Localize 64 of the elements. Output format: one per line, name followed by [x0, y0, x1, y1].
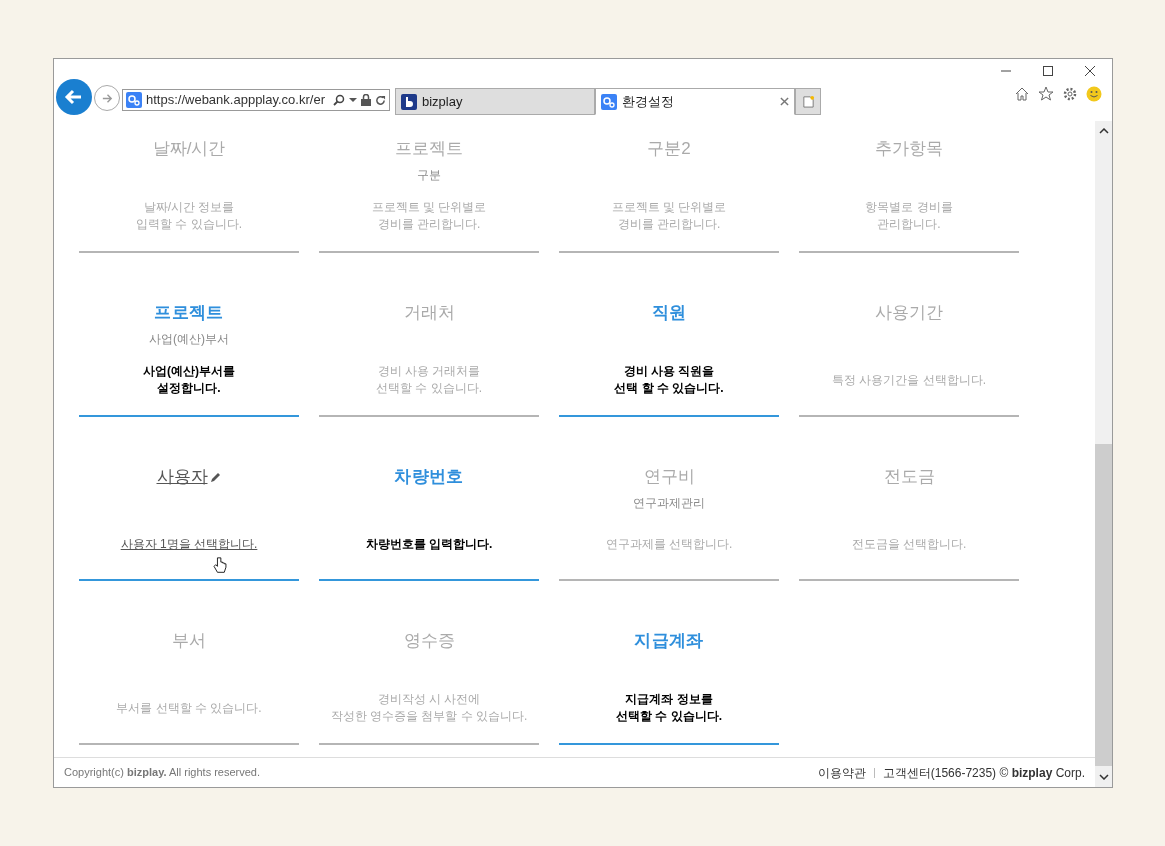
new-tab-icon	[801, 95, 815, 108]
scrollbar[interactable]	[1095, 121, 1112, 787]
star-icon[interactable]	[1038, 86, 1054, 102]
card-subtitle: 구분	[417, 167, 441, 184]
hand-cursor-icon	[212, 557, 227, 574]
search-icon[interactable]	[333, 94, 345, 106]
card-description: 연구과제를 선택합니다.	[605, 535, 733, 553]
card-description: 항목별로 경비를 관리합니다.	[865, 199, 953, 233]
footer-link[interactable]: 이용약관	[817, 763, 866, 782]
card-title[interactable]: 프로젝트	[154, 300, 224, 326]
address-bar[interactable]: https://webank.appplay.co.kr/er	[122, 89, 390, 111]
card-title[interactable]: 구분2	[647, 136, 691, 162]
card-description: 전도금을 선택합니다.	[851, 535, 967, 553]
copyright-text: Copyright(c) bizplay. All rights reserved.	[64, 765, 261, 781]
card-title[interactable]: 사용자	[156, 464, 208, 490]
lock-icon	[361, 94, 371, 106]
new-tab-button[interactable]	[795, 88, 821, 115]
card-description: 프로젝트 및 단위별로 경비를 관리합니다.	[611, 199, 727, 233]
footer-link[interactable]: 고객센터(1566-7235) © bizplay Corp.	[882, 763, 1085, 782]
card-description: 특정 사용기간을 선택합니다.	[832, 371, 986, 389]
card-subtitle: 연구과제관리	[633, 495, 705, 512]
home-icon[interactable]	[1014, 86, 1030, 102]
card-title[interactable]: 사용기간	[875, 300, 943, 326]
settings-page-icon	[126, 92, 142, 108]
card-description: 경비 사용 직원을 선택 할 수 있습니다.	[614, 363, 724, 397]
card-title[interactable]: 부서	[172, 628, 206, 654]
refresh-icon[interactable]	[375, 94, 386, 106]
card-description: 프로젝트 및 단위별로 경비를 관리합니다.	[371, 199, 487, 233]
card-description: 지급계좌 정보를 선택할 수 있습니다.	[616, 691, 722, 725]
card-title[interactable]: 전도금	[883, 464, 935, 490]
card-description: 차량번호를 입력합니다.	[365, 535, 493, 553]
card-description: 사업(예산)부서를 설정합니다.	[143, 363, 235, 397]
card-title[interactable]: 차량번호	[394, 464, 464, 490]
settings-icon[interactable]	[1062, 86, 1078, 102]
card-subtitle: 사업(예산)부서	[149, 331, 229, 348]
card-description: 부서를 선택할 수 있습니다.	[116, 699, 262, 717]
scroll-up-icon[interactable]	[1098, 128, 1109, 134]
smiley-icon[interactable]	[1086, 86, 1102, 102]
dropdown-caret-icon[interactable]	[349, 96, 357, 104]
card-title[interactable]: 연구비	[643, 464, 695, 490]
card-title[interactable]: 영수증	[403, 628, 455, 654]
close-tab-icon[interactable]	[780, 97, 789, 106]
scroll-thumb[interactable]	[1095, 444, 1112, 766]
back-arrow-icon	[64, 87, 84, 107]
browser-tab[interactable]: bizplay	[395, 88, 595, 115]
settings-page-icon	[601, 93, 617, 110]
pencil-icon	[209, 471, 222, 483]
maximize-icon[interactable]	[1042, 65, 1054, 77]
close-icon[interactable]	[1084, 65, 1096, 77]
browser-tab[interactable]: 환경설정	[595, 88, 795, 115]
card-title[interactable]: 프로젝트	[395, 136, 463, 162]
card-description: 사용자 1명을 선택합니다.	[120, 535, 258, 553]
url-text: https://webank.appplay.co.kr/er	[146, 91, 326, 110]
card-description: 날짜/시간 정보를 입력할 수 있습니다.	[136, 199, 242, 233]
card-title[interactable]: 추가항목	[875, 136, 943, 162]
card-title[interactable]: 날짜/시간	[152, 136, 226, 162]
b-logo-icon	[401, 93, 417, 110]
card-description: 경비작성 시 사전에 작성한 영수증을 첨부할 수 있습니다.	[330, 691, 528, 725]
card-title[interactable]: 직원	[651, 300, 687, 326]
scroll-down-icon[interactable]	[1098, 774, 1109, 780]
card-title[interactable]: 지급계좌	[634, 628, 704, 654]
card-description: 경비 사용 거래처를 선택할 수 있습니다.	[376, 363, 482, 397]
back-button[interactable]	[56, 79, 92, 115]
card-title[interactable]: 거래처	[403, 300, 455, 326]
